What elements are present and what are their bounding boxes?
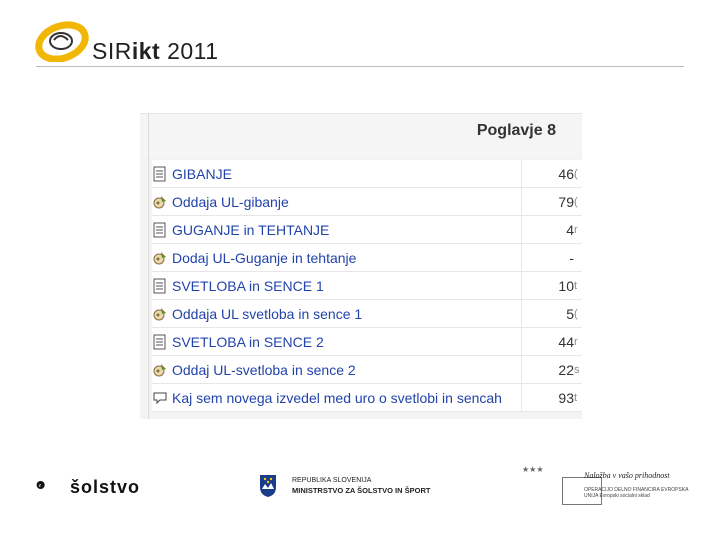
- activity-count: 46: [521, 160, 574, 188]
- activity-trail: t: [574, 383, 582, 412]
- eu-slogan: Naložba v vašo prihodnost: [584, 471, 670, 480]
- activity-name-cell: Kaj sem novega izvedel med uro o svetlob…: [152, 383, 522, 412]
- forum-icon: [152, 390, 168, 406]
- activity-count: 79: [521, 187, 574, 216]
- activity-row: SVETLOBA in SENCE 2 44 r: [152, 327, 582, 356]
- republika-line: REPUBLIKA SLOVENIJA: [292, 477, 372, 484]
- activity-trail: r: [574, 327, 582, 356]
- activity-link[interactable]: Oddaj UL-svetloba in sence 2: [172, 362, 356, 378]
- activity-row: Oddaja UL svetloba in sence 1 5(: [152, 299, 582, 328]
- sirikt-logo-icon: [35, 21, 89, 62]
- activity-table: GIBANJE 46(Oddaja UL-gibanje 79(GUGANJE in…: [152, 160, 582, 412]
- eu-logo: ★★★ Naložba v vašo prihodnost OPERACIJO …: [520, 465, 690, 509]
- activity-row: GIBANJE 46(: [152, 160, 582, 188]
- activity-count: 10: [521, 271, 574, 300]
- activity-name-cell: Dodaj UL-Guganje in tehtanje: [152, 243, 522, 272]
- assignment-icon: [152, 362, 168, 378]
- ministry-text: REPUBLIKA SLOVENIJA MINISTRSTVO ZA ŠOLST…: [292, 476, 430, 496]
- document-icon: [152, 334, 168, 350]
- activity-trail: r: [574, 215, 582, 244]
- ministry-line: MINISTRSTVO ZA ŠOLSTVO IN ŠPORT: [292, 486, 431, 495]
- activity-count: 93: [521, 383, 574, 412]
- footer: e šolstvo REPUBLIKA SLOVENIJA MINISTRSTV…: [0, 455, 720, 515]
- activity-row: Dodaj UL-Guganje in tehtanje -: [152, 243, 582, 272]
- activity-link[interactable]: GIBANJE: [172, 166, 232, 182]
- assignment-icon: [152, 250, 168, 266]
- activity-trail: (: [574, 160, 582, 188]
- header: SIRikt 2011: [0, 0, 720, 70]
- esolstvo-logo-icon: e: [36, 480, 45, 490]
- chapter-header: Poglavje 8: [140, 114, 582, 158]
- activity-trail: s: [574, 355, 582, 384]
- activity-name-cell: GUGANJE in TEHTANJE: [152, 215, 522, 244]
- activity-trail: [574, 243, 582, 272]
- eu-stars-icon: ★★★: [522, 465, 544, 474]
- document-icon: [152, 222, 168, 238]
- activity-row: Kaj sem novega izvedel med uro o svetlob…: [152, 383, 582, 412]
- assignment-icon: [152, 194, 168, 210]
- activity-link[interactable]: Oddaja UL-gibanje: [172, 194, 289, 210]
- chapter-title: Poglavje 8: [476, 122, 556, 139]
- activity-count: 44: [521, 327, 574, 356]
- activity-row: SVETLOBA in SENCE 1 10 t: [152, 271, 582, 300]
- activity-count: 5: [521, 299, 574, 328]
- esolstvo-logo-text: šolstvo: [70, 477, 141, 497]
- activity-row: Oddaja UL-gibanje 79(: [152, 187, 582, 216]
- assignment-icon: [152, 306, 168, 322]
- sirikt-logo-text: SIRikt 2011: [92, 38, 219, 64]
- activity-link[interactable]: SVETLOBA in SENCE 2: [172, 334, 324, 350]
- activity-name-cell: SVETLOBA in SENCE 2: [152, 327, 522, 356]
- activity-name-cell: Oddaj UL-svetloba in sence 2: [152, 355, 522, 384]
- activity-row: GUGANJE in TEHTANJE 4 r: [152, 215, 582, 244]
- embedded-screenshot: Poglavje 8 GIBANJE 46(Oddaja UL-gibanje 79…: [140, 113, 582, 419]
- activity-link[interactable]: Dodaj UL-Guganje in tehtanje: [172, 250, 356, 266]
- activity-name-cell: GIBANJE: [152, 160, 522, 188]
- activity-name-cell: SVETLOBA in SENCE 1: [152, 271, 522, 300]
- activity-name-cell: Oddaja UL-gibanje: [152, 187, 522, 216]
- activity-count: 22: [521, 355, 574, 384]
- activity-count: 4: [521, 215, 574, 244]
- activity-name-cell: Oddaja UL svetloba in sence 1: [152, 299, 522, 328]
- header-divider: [36, 66, 684, 67]
- svg-text:e: e: [39, 483, 42, 489]
- panel-edge: [148, 114, 149, 419]
- document-icon: [152, 278, 168, 294]
- activity-link[interactable]: SVETLOBA in SENCE 1: [172, 278, 324, 294]
- activity-row: Oddaj UL-svetloba in sence 2 22 s: [152, 355, 582, 384]
- slovenia-crest-icon: [260, 475, 276, 497]
- activity-trail: (: [574, 187, 582, 216]
- activity-trail: t: [574, 271, 582, 300]
- activity-link[interactable]: Kaj sem novega izvedel med uro o svetlob…: [172, 390, 502, 406]
- document-icon: [152, 166, 168, 182]
- activity-count: -: [521, 243, 574, 272]
- activity-trail: (: [574, 299, 582, 328]
- activity-link[interactable]: GUGANJE in TEHTANJE: [172, 222, 329, 238]
- activity-link[interactable]: Oddaja UL svetloba in sence 1: [172, 306, 362, 322]
- eu-subtext: OPERACIJO DELNO FINANCIRA EVROPSKA UNIJA…: [584, 487, 689, 499]
